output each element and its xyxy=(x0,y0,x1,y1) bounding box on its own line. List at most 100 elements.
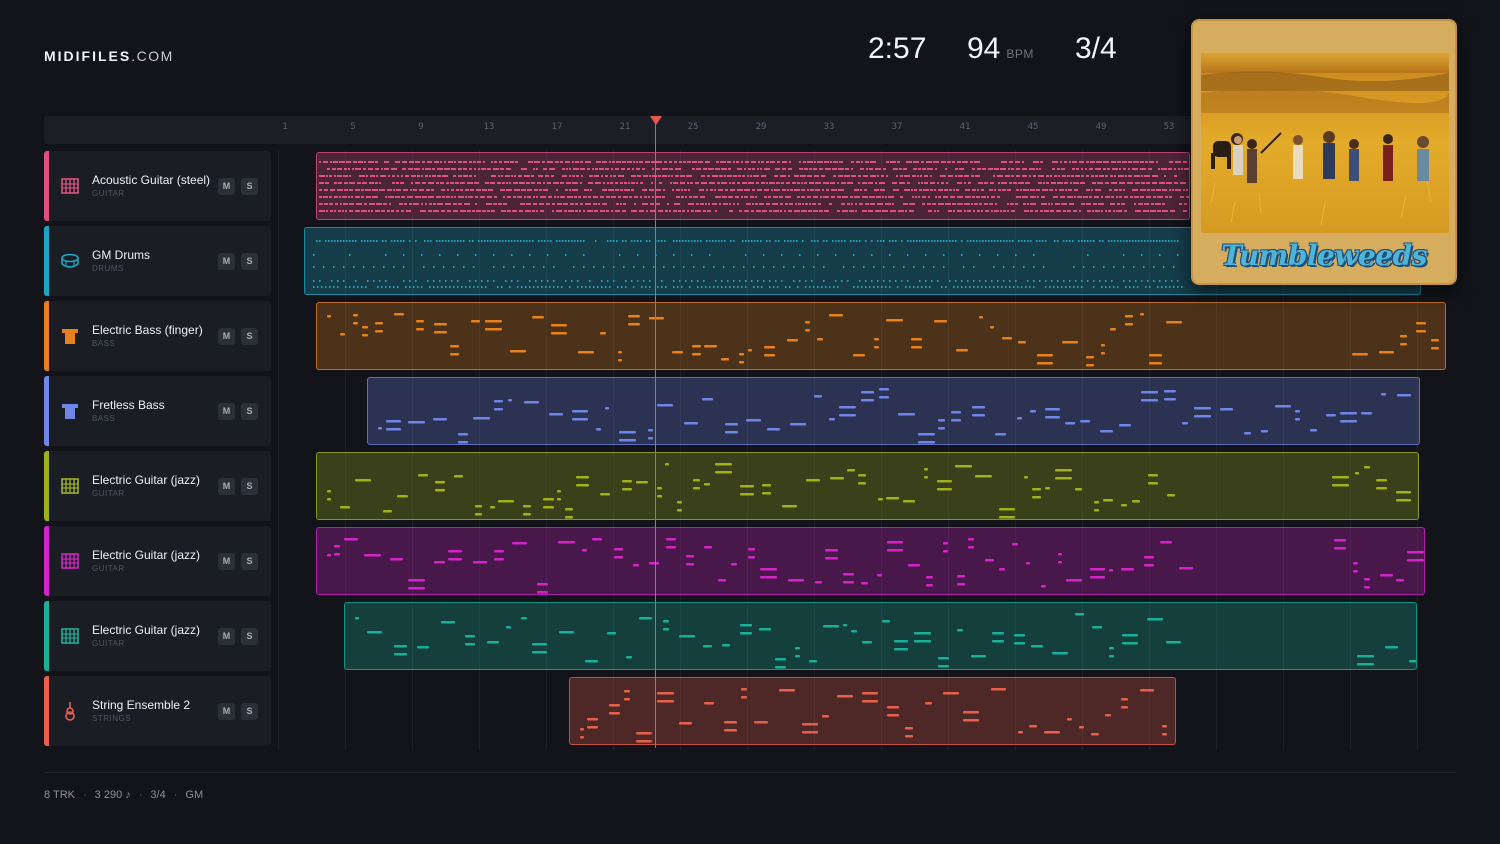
track-color-stripe xyxy=(44,526,49,596)
footer-standard: GM xyxy=(185,789,204,801)
note-count: 3 290 ♪ xyxy=(94,789,131,801)
track-header[interactable]: Electric Guitar (jazz) GUITAR M S xyxy=(44,451,271,521)
tempo-readout: 94 BPM xyxy=(967,32,1034,66)
mute-button[interactable]: M xyxy=(218,403,235,420)
track-category: GUITAR xyxy=(92,189,125,198)
bass-icon xyxy=(60,326,80,346)
drum-icon xyxy=(60,251,80,271)
mute-button[interactable]: M xyxy=(218,628,235,645)
ruler-bar-label: 41 xyxy=(959,122,971,132)
track-color-stripe xyxy=(44,301,49,371)
mute-button[interactable]: M xyxy=(218,478,235,495)
solo-button[interactable]: S xyxy=(241,628,258,645)
track-header[interactable]: String Ensemble 2 STRINGS M S xyxy=(44,676,271,746)
track-color-stripe xyxy=(44,226,49,296)
duration-readout: 2:57 xyxy=(868,32,927,65)
solo-button[interactable]: S xyxy=(241,253,258,270)
track-name: Electric Guitar (jazz) xyxy=(92,548,201,562)
midi-clip[interactable] xyxy=(316,527,1425,595)
guitar-grid-icon xyxy=(60,476,80,496)
track-header[interactable]: Acoustic Guitar (steel) GUITAR M S xyxy=(44,151,271,221)
ruler-bar-label: 21 xyxy=(619,122,631,132)
guitar-grid-icon xyxy=(60,626,80,646)
ruler-bar-label: 49 xyxy=(1095,122,1107,132)
separator: · xyxy=(138,789,143,801)
ruler-bar-label: 13 xyxy=(483,122,495,132)
bass-icon xyxy=(60,401,80,421)
ruler-bar-label: 45 xyxy=(1027,122,1039,132)
track-header[interactable]: Electric Guitar (jazz) GUITAR M S xyxy=(44,526,271,596)
ruler-bar-label: 9 xyxy=(418,122,424,132)
ruler-bar-label: 1 xyxy=(282,122,288,132)
track-color-stripe xyxy=(44,376,49,446)
solo-button[interactable]: S xyxy=(241,553,258,570)
midi-clip[interactable] xyxy=(367,377,1420,445)
track-header[interactable]: Electric Guitar (jazz) GUITAR M S xyxy=(44,601,271,671)
playhead[interactable] xyxy=(655,122,656,748)
ruler-bar-label: 5 xyxy=(350,122,356,132)
track-category: GUITAR xyxy=(92,639,125,648)
ruler-bar-label: 53 xyxy=(1163,122,1175,132)
ruler-bar-label: 29 xyxy=(755,122,767,132)
track-color-stripe xyxy=(44,151,49,221)
bpm-value: 94 xyxy=(967,32,1001,65)
separator: · xyxy=(173,789,178,801)
track-category: STRINGS xyxy=(92,714,132,723)
midi-clip[interactable] xyxy=(344,602,1417,670)
logo-brand: MIDIFILES xyxy=(44,48,132,64)
album-cover: Tumbleweeds xyxy=(1191,19,1457,285)
track-header[interactable]: Fretless Bass BASS M S xyxy=(44,376,271,446)
bpm-unit: BPM xyxy=(1006,47,1034,61)
mute-button[interactable]: M xyxy=(218,253,235,270)
grid-line xyxy=(278,150,279,750)
album-title: Tumbleweeds xyxy=(1221,239,1427,272)
guitar-grid-icon xyxy=(60,551,80,571)
violin-icon xyxy=(60,701,80,721)
midi-clip[interactable] xyxy=(316,152,1190,220)
track-name: GM Drums xyxy=(92,248,150,262)
track-category: GUITAR xyxy=(92,489,125,498)
track-color-stripe xyxy=(44,676,49,746)
ruler-bar-label: 25 xyxy=(687,122,699,132)
album-photo xyxy=(1201,53,1449,233)
playhead-marker[interactable] xyxy=(650,116,662,125)
track-header[interactable]: Electric Bass (finger) BASS M S xyxy=(44,301,271,371)
track-color-stripe xyxy=(44,601,49,671)
ruler-bar-label: 37 xyxy=(891,122,903,132)
track-name: String Ensemble 2 xyxy=(92,698,191,712)
midi-clip[interactable] xyxy=(569,677,1176,745)
solo-button[interactable]: S xyxy=(241,703,258,720)
track-category: GUITAR xyxy=(92,564,125,573)
track-category: BASS xyxy=(92,339,116,348)
footer-divider xyxy=(44,772,1456,773)
solo-button[interactable]: S xyxy=(241,478,258,495)
mute-button[interactable]: M xyxy=(218,703,235,720)
guitar-grid-icon xyxy=(60,176,80,196)
mute-button[interactable]: M xyxy=(218,178,235,195)
mute-button[interactable]: M xyxy=(218,328,235,345)
track-count: 8 TRK xyxy=(44,789,75,801)
track-name: Electric Guitar (jazz) xyxy=(92,623,201,637)
site-logo[interactable]: MIDIFILES.COM xyxy=(44,48,174,64)
midi-clip[interactable] xyxy=(316,452,1419,520)
track-name: Electric Guitar (jazz) xyxy=(92,473,201,487)
track-name: Acoustic Guitar (steel) xyxy=(92,173,211,187)
time-signature-readout: 3/4 xyxy=(1075,32,1117,65)
track-name: Electric Bass (finger) xyxy=(92,323,203,337)
mute-button[interactable]: M xyxy=(218,553,235,570)
ruler-bar-label: 17 xyxy=(551,122,563,132)
footer-stats: 8 TRK · 3 290 ♪ · 3/4 · GM xyxy=(44,789,203,801)
ruler-bar-label: 33 xyxy=(823,122,835,132)
separator: · xyxy=(82,789,87,801)
track-color-stripe xyxy=(44,451,49,521)
solo-button[interactable]: S xyxy=(241,328,258,345)
track-category: DRUMS xyxy=(92,264,124,273)
solo-button[interactable]: S xyxy=(241,403,258,420)
track-name: Fretless Bass xyxy=(92,398,165,412)
midi-clip[interactable] xyxy=(316,302,1446,370)
track-header[interactable]: GM Drums DRUMS M S xyxy=(44,226,271,296)
solo-button[interactable]: S xyxy=(241,178,258,195)
logo-tld: .COM xyxy=(131,48,174,64)
track-category: BASS xyxy=(92,414,116,423)
footer-meter: 3/4 xyxy=(150,789,166,801)
